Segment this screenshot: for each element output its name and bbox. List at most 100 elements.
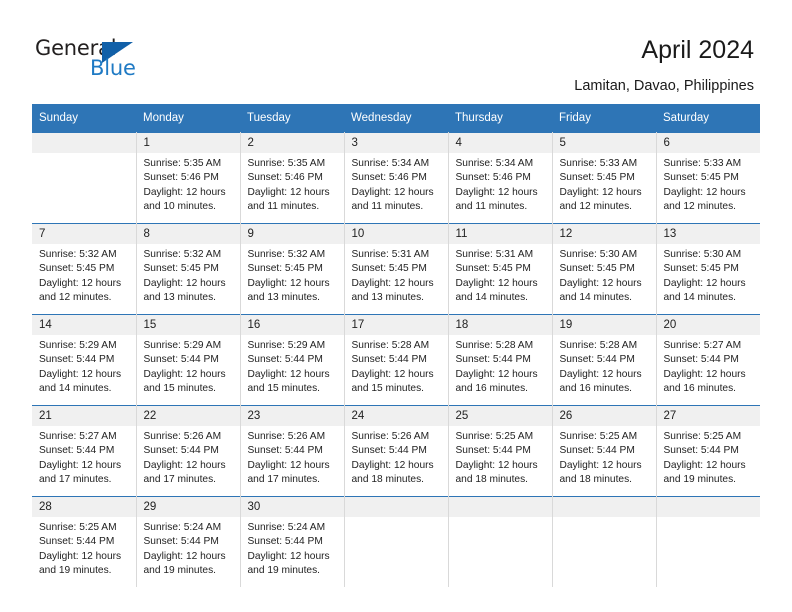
day-number: 12 (552, 224, 656, 244)
calendar-day-cell[interactable]: 10 Sunrise: 5:31 AM Sunset: 5:45 PM Dayligh… (344, 223, 449, 315)
calendar-day-cell[interactable]: 21 Sunrise: 5:27 AM Sunset: 5:44 PM Dayligh… (32, 405, 137, 497)
calendar-day-cell[interactable]: 14 Sunrise: 5:29 AM Sunset: 5:44 PM Dayligh… (32, 314, 137, 406)
calendar-day-cell-empty (552, 496, 657, 587)
calendar-day-cell[interactable]: 23 Sunrise: 5:26 AM Sunset: 5:44 PM Dayligh… (240, 405, 345, 497)
calendar-day-cell[interactable]: 6 Sunrise: 5:33 AM Sunset: 5:45 PM Daylight… (656, 132, 760, 224)
day-sunrise-text: Sunrise: 5:31 AM (455, 249, 534, 260)
day-sunrise-text: Sunrise: 5:34 AM (351, 158, 430, 169)
calendar-day-cell[interactable]: 24 Sunrise: 5:26 AM Sunset: 5:44 PM Dayligh… (344, 405, 449, 497)
day-daylight-line1-text: Daylight: 12 hours (559, 368, 642, 380)
day-sun-info: Sunrise: 5:28 AM Sunset: 5:44 PM Daylight:… (345, 335, 448, 397)
weekday-header-tuesday: Tuesday (240, 104, 344, 133)
day-sunset-text: Sunset: 5:44 PM (455, 354, 531, 366)
calendar-day-cell[interactable]: 27 Sunrise: 5:25 AM Sunset: 5:44 PM Dayligh… (656, 405, 760, 497)
weekday-header-monday: Monday (136, 104, 240, 133)
calendar-page: General Blue April 2024 Lamitan, Davao, … (0, 0, 792, 612)
calendar-day-cell[interactable]: 5 Sunrise: 5:33 AM Sunset: 5:45 PM Daylight… (552, 132, 657, 224)
day-number: 19 (552, 315, 656, 335)
calendar-day-cell[interactable]: 22 Sunrise: 5:26 AM Sunset: 5:44 PM Dayligh… (136, 405, 241, 497)
calendar-day-cell[interactable]: 9 Sunrise: 5:32 AM Sunset: 5:45 PM Daylight… (240, 223, 345, 315)
day-sunset-text: Sunset: 5:44 PM (247, 354, 323, 366)
day-sunrise-text: Sunrise: 5:30 AM (559, 249, 638, 260)
day-daylight-line2-text: and 10 minutes. (143, 201, 217, 213)
calendar-day-cell[interactable]: 19 Sunrise: 5:28 AM Sunset: 5:44 PM Dayligh… (552, 314, 657, 406)
day-sunset-text: Sunset: 5:45 PM (143, 263, 219, 275)
day-daylight-line2-text: and 18 minutes. (559, 474, 633, 486)
calendar-day-cell[interactable]: 7 Sunrise: 5:32 AM Sunset: 5:45 PM Daylight… (32, 223, 137, 315)
day-daylight-line2-text: and 13 minutes. (143, 292, 217, 304)
calendar-day-cell[interactable]: 18 Sunrise: 5:28 AM Sunset: 5:44 PM Dayligh… (448, 314, 553, 406)
day-daylight-line2-text: and 15 minutes. (351, 383, 425, 395)
calendar-day-cell[interactable]: 29 Sunrise: 5:24 AM Sunset: 5:44 PM Dayligh… (136, 496, 241, 587)
day-daylight-line2-text: and 19 minutes. (247, 565, 321, 577)
day-daylight-line1-text: Daylight: 12 hours (247, 277, 330, 289)
day-daylight-line2-text: and 17 minutes. (39, 474, 112, 486)
day-sunrise-text: Sunrise: 5:27 AM (39, 431, 117, 442)
day-sunrise-text: Sunrise: 5:25 AM (39, 522, 117, 533)
day-sun-info: Sunrise: 5:27 AM Sunset: 5:44 PM Daylight:… (32, 426, 136, 488)
day-daylight-line2-text: and 12 minutes. (559, 201, 633, 213)
calendar-day-cell[interactable]: 4 Sunrise: 5:34 AM Sunset: 5:46 PM Daylight… (448, 132, 553, 224)
day-daylight-line2-text: and 12 minutes. (663, 201, 737, 213)
calendar-day-cell[interactable]: 2 Sunrise: 5:35 AM Sunset: 5:46 PM Daylight… (240, 132, 345, 224)
calendar-day-cell[interactable]: 13 Sunrise: 5:30 AM Sunset: 5:45 PM Dayligh… (656, 223, 760, 315)
day-number: 30 (240, 497, 344, 517)
day-sun-info: Sunrise: 5:26 AM Sunset: 5:44 PM Daylight:… (345, 426, 448, 488)
day-sun-info: Sunrise: 5:24 AM Sunset: 5:44 PM Daylight:… (137, 517, 240, 579)
day-daylight-line1-text: Daylight: 12 hours (455, 277, 538, 289)
calendar-day-cell[interactable]: 8 Sunrise: 5:32 AM Sunset: 5:45 PM Daylight… (136, 223, 241, 315)
day-sunrise-text: Sunrise: 5:30 AM (663, 249, 742, 260)
general-blue-logo[interactable]: General Blue (35, 36, 175, 84)
day-number: 28 (32, 497, 136, 517)
calendar-day-cell[interactable]: 16 Sunrise: 5:29 AM Sunset: 5:44 PM Dayligh… (240, 314, 345, 406)
day-sun-info: Sunrise: 5:29 AM Sunset: 5:44 PM Daylight:… (32, 335, 136, 397)
calendar-day-cell[interactable]: 28 Sunrise: 5:25 AM Sunset: 5:44 PM Dayligh… (32, 496, 137, 587)
calendar-day-cell[interactable]: 11 Sunrise: 5:31 AM Sunset: 5:45 PM Dayligh… (448, 223, 553, 315)
day-sunset-text: Sunset: 5:44 PM (39, 354, 115, 366)
day-sun-info: Sunrise: 5:32 AM Sunset: 5:45 PM Daylight:… (241, 244, 344, 306)
calendar-day-cell[interactable]: 3 Sunrise: 5:34 AM Sunset: 5:46 PM Daylight… (344, 132, 449, 224)
day-daylight-line1-text: Daylight: 12 hours (663, 186, 746, 198)
day-daylight-line1-text: Daylight: 12 hours (143, 459, 226, 471)
day-sun-info: Sunrise: 5:35 AM Sunset: 5:46 PM Daylight:… (137, 153, 240, 215)
calendar-day-cell[interactable]: 25 Sunrise: 5:25 AM Sunset: 5:44 PM Dayligh… (448, 405, 553, 497)
day-daylight-line1-text: Daylight: 12 hours (39, 550, 122, 562)
day-daylight-line2-text: and 14 minutes. (39, 383, 112, 395)
day-number: 9 (240, 224, 344, 244)
day-daylight-line2-text: and 18 minutes. (351, 474, 425, 486)
day-sunset-text: Sunset: 5:45 PM (559, 172, 635, 184)
calendar-day-cell[interactable]: 12 Sunrise: 5:30 AM Sunset: 5:45 PM Dayligh… (552, 223, 657, 315)
day-daylight-line2-text: and 12 minutes. (39, 292, 112, 304)
day-daylight-line1-text: Daylight: 12 hours (143, 277, 226, 289)
calendar-day-cell[interactable]: 30 Sunrise: 5:24 AM Sunset: 5:44 PM Dayligh… (240, 496, 345, 587)
calendar-day-cell[interactable]: 15 Sunrise: 5:29 AM Sunset: 5:44 PM Dayligh… (136, 314, 241, 406)
day-sunrise-text: Sunrise: 5:34 AM (455, 158, 534, 169)
day-number: 26 (552, 406, 656, 426)
day-sunset-text: Sunset: 5:44 PM (663, 445, 739, 457)
day-daylight-line2-text: and 13 minutes. (247, 292, 321, 304)
day-daylight-line2-text: and 15 minutes. (143, 383, 217, 395)
day-number: 24 (344, 406, 448, 426)
day-sunrise-text: Sunrise: 5:29 AM (143, 340, 222, 351)
day-sunrise-text: Sunrise: 5:26 AM (351, 431, 430, 442)
day-sunset-text: Sunset: 5:44 PM (143, 354, 219, 366)
day-sun-info: Sunrise: 5:31 AM Sunset: 5:45 PM Daylight:… (345, 244, 448, 306)
calendar-day-cell[interactable]: 17 Sunrise: 5:28 AM Sunset: 5:44 PM Dayligh… (344, 314, 449, 406)
day-daylight-line2-text: and 17 minutes. (247, 474, 321, 486)
day-number: 14 (32, 315, 136, 335)
weekday-header-wednesday: Wednesday (344, 104, 448, 133)
page-header: General Blue April 2024 Lamitan, Davao, … (0, 0, 792, 104)
day-daylight-line2-text: and 19 minutes. (663, 474, 737, 486)
day-sun-info: Sunrise: 5:34 AM Sunset: 5:46 PM Daylight:… (449, 153, 552, 215)
day-sunrise-text: Sunrise: 5:33 AM (663, 158, 742, 169)
day-daylight-line2-text: and 16 minutes. (559, 383, 633, 395)
calendar-day-cell[interactable]: 1 Sunrise: 5:35 AM Sunset: 5:46 PM Daylight… (136, 132, 241, 224)
day-sun-info: Sunrise: 5:29 AM Sunset: 5:44 PM Daylight:… (137, 335, 240, 397)
day-daylight-line2-text: and 14 minutes. (663, 292, 737, 304)
calendar-day-cell[interactable]: 26 Sunrise: 5:25 AM Sunset: 5:44 PM Dayligh… (552, 405, 657, 497)
day-sun-info: Sunrise: 5:32 AM Sunset: 5:45 PM Daylight:… (137, 244, 240, 306)
day-daylight-line1-text: Daylight: 12 hours (247, 550, 330, 562)
day-sunset-text: Sunset: 5:44 PM (247, 445, 323, 457)
calendar-day-cell[interactable]: 20 Sunrise: 5:27 AM Sunset: 5:44 PM Dayligh… (656, 314, 760, 406)
day-sunrise-text: Sunrise: 5:25 AM (663, 431, 742, 442)
